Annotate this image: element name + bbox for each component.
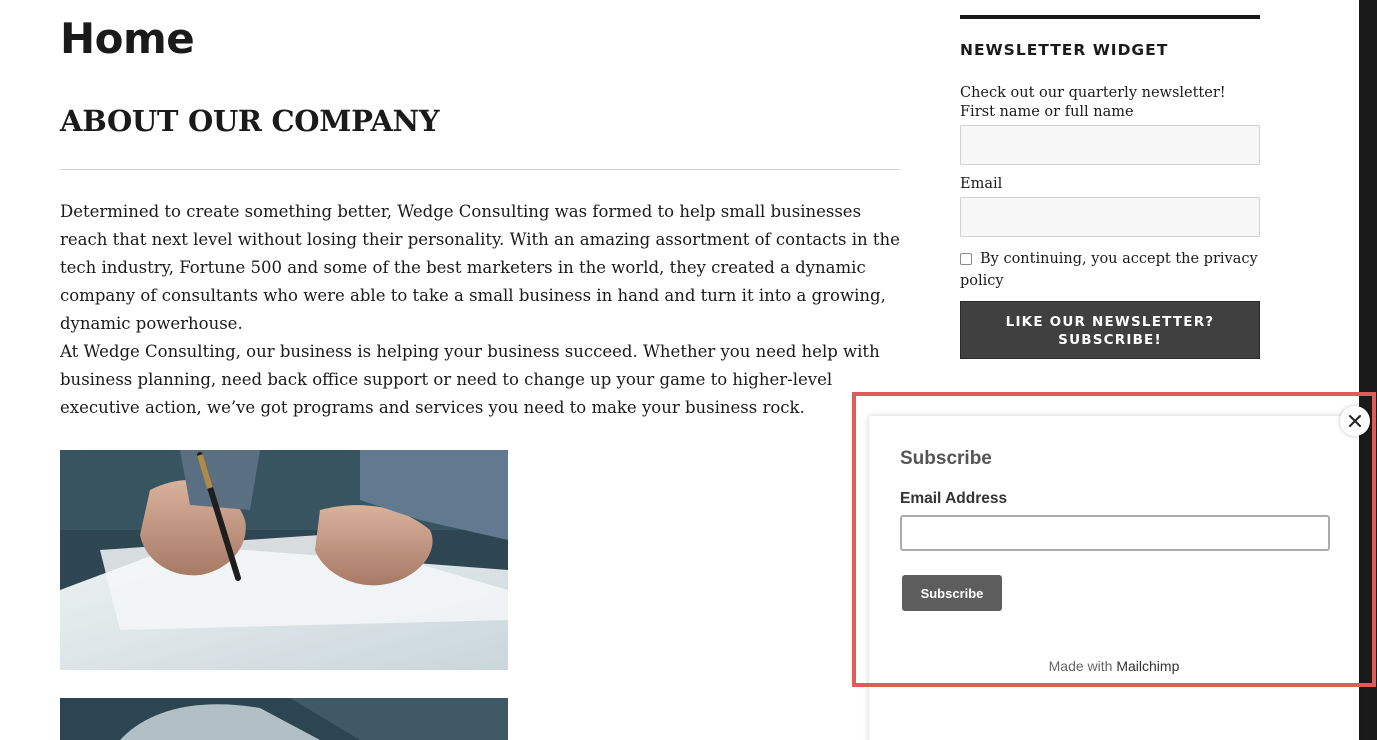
business-photo-signing xyxy=(60,450,508,670)
about-paragraph-2: At Wedge Consulting, our business is hel… xyxy=(60,342,880,417)
section-divider xyxy=(60,169,900,170)
name-field[interactable] xyxy=(960,125,1260,165)
popup-footer-prefix: Made with xyxy=(1048,658,1113,674)
business-photo-2 xyxy=(60,698,508,740)
widget-intro: Check out our quarterly newsletter! xyxy=(960,85,1226,101)
mailchimp-popup: Subscribe Email Address Subscribe Made w… xyxy=(869,416,1359,740)
email-field-label: Email xyxy=(960,176,1003,192)
widget-top-rule xyxy=(960,15,1260,19)
mailchimp-link[interactable]: Mailchimp xyxy=(1116,658,1179,674)
popup-close-button[interactable] xyxy=(1340,406,1370,436)
consent-label: By continuing, you accept the privacy po… xyxy=(960,251,1258,289)
page-edge-bar xyxy=(1359,0,1377,740)
section-heading: ABOUT OUR COMPANY xyxy=(60,104,440,138)
email-field[interactable] xyxy=(960,197,1260,237)
about-paragraph-1: Determined to create something better, W… xyxy=(60,202,900,333)
popup-email-label: Email Address xyxy=(900,490,1008,507)
widget-title: NEWSLETTER WIDGET xyxy=(960,41,1169,59)
popup-subscribe-button[interactable]: Subscribe xyxy=(902,575,1002,611)
popup-footer: Made with Mailchimp xyxy=(869,658,1359,674)
popup-title: Subscribe xyxy=(900,448,992,469)
popup-email-input[interactable] xyxy=(900,515,1330,551)
close-icon xyxy=(1349,415,1361,427)
newsletter-subscribe-button[interactable]: LIKE OUR NEWSLETTER? SUBSCRIBE! xyxy=(960,301,1260,359)
page-title: Home xyxy=(60,14,195,63)
name-field-label: First name or full name xyxy=(960,104,1134,120)
